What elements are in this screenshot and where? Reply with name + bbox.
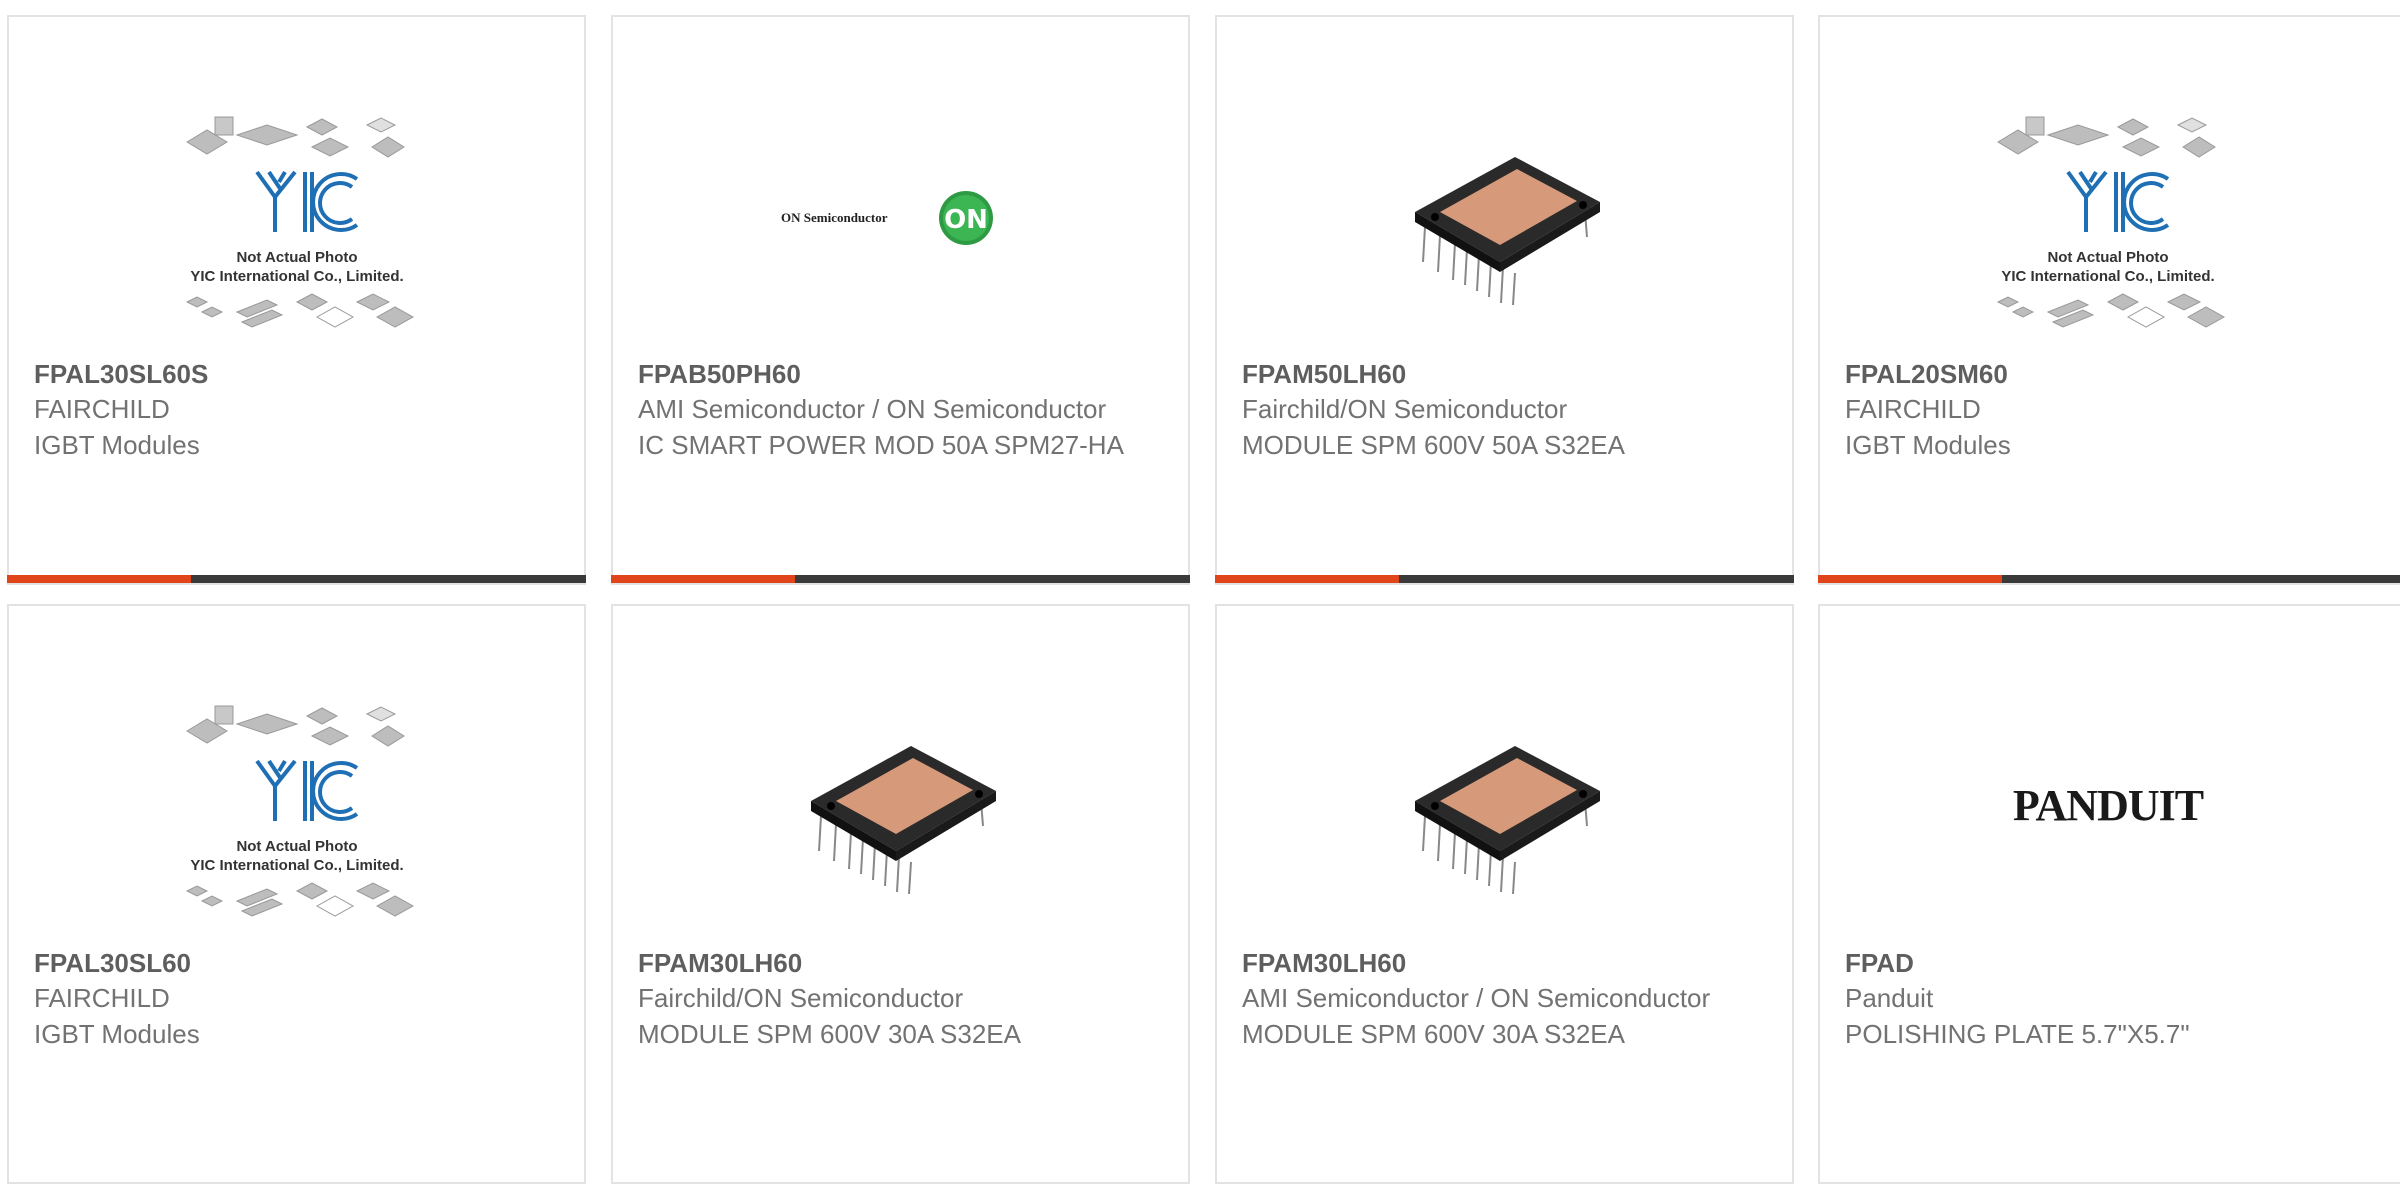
- part-number[interactable]: FPAM50LH60: [1242, 357, 1772, 391]
- card-accent-bar: [1215, 575, 1794, 583]
- photo-caption-line2: YIC International Co., Limited.: [190, 268, 403, 285]
- product-card[interactable]: PANDUIT FPAD Panduit POLISHING PLATE 5.7…: [1818, 604, 2400, 1184]
- product-info: FPAD Panduit POLISHING PLATE 5.7"X5.7": [1845, 946, 2386, 1052]
- part-number[interactable]: FPAL30SL60S: [34, 357, 564, 391]
- part-number[interactable]: FPAL20SM60: [1845, 357, 2386, 391]
- product-image[interactable]: Not Actual Photo YIC International Co., …: [1820, 72, 2395, 362]
- product-image[interactable]: Not Actual Photo YIC International Co., …: [9, 661, 584, 951]
- photo-caption-line2: YIC International Co., Limited.: [2001, 268, 2214, 285]
- description: MODULE SPM 600V 30A S32EA: [638, 1019, 1021, 1049]
- product-info: FPAL20SM60 FAIRCHILD IGBT Modules: [1845, 357, 2386, 463]
- product-image[interactable]: ON Semiconductor ON: [613, 72, 1188, 362]
- placeholder-yic-icon: Not Actual Photo YIC International Co., …: [185, 705, 414, 917]
- on-semiconductor-logo: ON Semiconductor ON: [781, 191, 993, 245]
- product-info: FPAM30LH60 Fairchild/ON Semiconductor MO…: [638, 946, 1168, 1052]
- card-accent-bar: [611, 575, 1190, 583]
- product-card[interactable]: Not Actual Photo YIC International Co., …: [1818, 15, 2400, 585]
- placeholder-yic-icon: Not Actual Photo YIC International Co., …: [1996, 116, 2225, 328]
- product-info: FPAL30SL60 FAIRCHILD IGBT Modules: [34, 946, 564, 1052]
- product-info: FPAM50LH60 Fairchild/ON Semiconductor MO…: [1242, 357, 1772, 463]
- spm-module-photo: [810, 746, 996, 895]
- product-card[interactable]: Not Actual Photo YIC International Co., …: [7, 15, 586, 585]
- manufacturer: Fairchild/ON Semiconductor: [638, 983, 964, 1013]
- product-image[interactable]: [613, 661, 1188, 951]
- photo-caption-line1: Not Actual Photo: [236, 838, 357, 855]
- manufacturer: AMI Semiconductor / ON Semiconductor: [638, 394, 1107, 424]
- description: IGBT Modules: [1845, 430, 2011, 460]
- description: MODULE SPM 600V 50A S32EA: [1242, 430, 1625, 460]
- manufacturer: Fairchild/ON Semiconductor: [1242, 394, 1568, 424]
- spm-module-photo: [1414, 157, 1600, 306]
- product-image[interactable]: [1217, 661, 1792, 951]
- on-semi-wordmark: ON Semiconductor: [781, 210, 888, 225]
- product-grid: Not Actual Photo YIC International Co., …: [0, 0, 2400, 1184]
- manufacturer: AMI Semiconductor / ON Semiconductor: [1242, 983, 1711, 1013]
- part-number[interactable]: FPAM30LH60: [1242, 946, 1772, 980]
- photo-caption-line2: YIC International Co., Limited.: [190, 857, 403, 874]
- part-number[interactable]: FPAM30LH60: [638, 946, 1168, 980]
- product-info: FPAM30LH60 AMI Semiconductor / ON Semico…: [1242, 946, 1772, 1052]
- product-card[interactable]: FPAM30LH60 Fairchild/ON Semiconductor MO…: [611, 604, 1190, 1184]
- photo-caption-line1: Not Actual Photo: [236, 249, 357, 266]
- card-accent-bar: [1818, 575, 2400, 583]
- description: MODULE SPM 600V 30A S32EA: [1242, 1019, 1625, 1049]
- product-info: FPAL30SL60S FAIRCHILD IGBT Modules: [34, 357, 564, 463]
- product-image[interactable]: [1217, 72, 1792, 362]
- manufacturer: Panduit: [1845, 983, 1934, 1013]
- panduit-wordmark: PANDUIT: [2012, 781, 2203, 830]
- description: POLISHING PLATE 5.7"X5.7": [1845, 1019, 2190, 1049]
- on-badge-text: ON: [944, 205, 988, 235]
- manufacturer: FAIRCHILD: [34, 983, 170, 1013]
- description: IGBT Modules: [34, 1019, 200, 1049]
- description: IC SMART POWER MOD 50A SPM27-HA: [638, 430, 1124, 460]
- panduit-logo: PANDUIT: [2012, 781, 2204, 830]
- description: IGBT Modules: [34, 430, 200, 460]
- part-number[interactable]: FPAD: [1845, 946, 2386, 980]
- product-info: FPAB50PH60 AMI Semiconductor / ON Semico…: [638, 357, 1168, 463]
- placeholder-yic-icon: Not Actual Photo YIC International Co., …: [185, 116, 414, 328]
- photo-caption-line1: Not Actual Photo: [2047, 249, 2168, 266]
- manufacturer: FAIRCHILD: [34, 394, 170, 424]
- card-accent-bar: [7, 575, 586, 583]
- product-card[interactable]: ON Semiconductor ON FPAB50PH60 AMI Semic…: [611, 15, 1190, 585]
- part-number[interactable]: FPAB50PH60: [638, 357, 1168, 391]
- product-card[interactable]: FPAM30LH60 AMI Semiconductor / ON Semico…: [1215, 604, 1794, 1184]
- part-number[interactable]: FPAL30SL60: [34, 946, 564, 980]
- spm-module-photo: [1414, 746, 1600, 895]
- product-card[interactable]: Not Actual Photo YIC International Co., …: [7, 604, 586, 1184]
- product-card[interactable]: FPAM50LH60 Fairchild/ON Semiconductor MO…: [1215, 15, 1794, 585]
- product-image[interactable]: Not Actual Photo YIC International Co., …: [9, 72, 584, 362]
- manufacturer: FAIRCHILD: [1845, 394, 1981, 424]
- product-image[interactable]: PANDUIT: [1820, 661, 2395, 951]
